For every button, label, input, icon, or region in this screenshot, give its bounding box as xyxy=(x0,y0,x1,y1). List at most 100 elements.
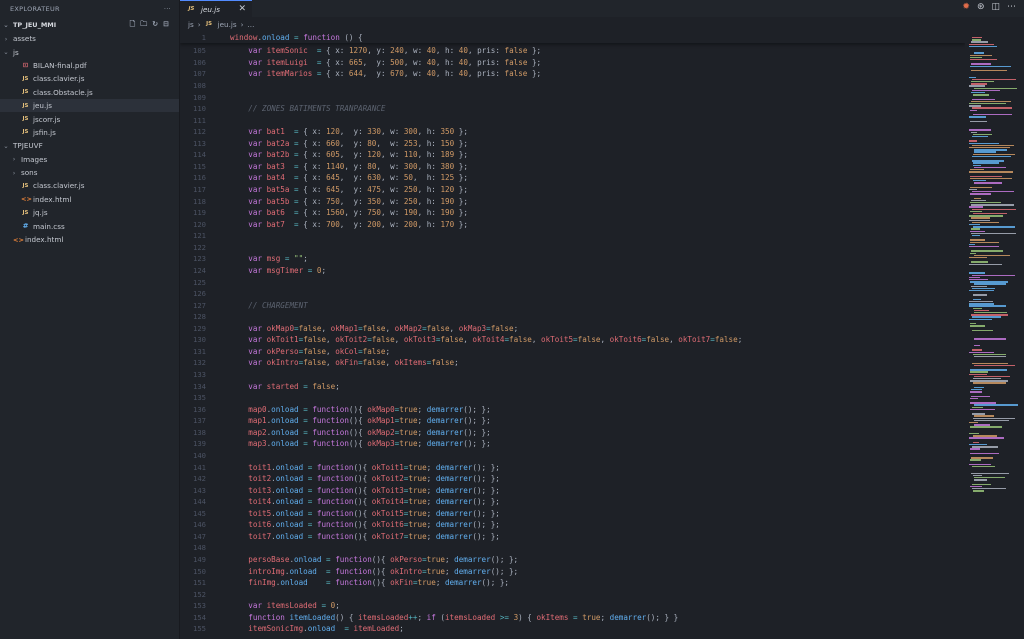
code-line[interactable]: 137 map1.onload = function(){ okMap1=tru… xyxy=(180,415,742,427)
code-line[interactable]: 129 var okMap0=false, okMap1=false, okMa… xyxy=(180,323,742,335)
code-line[interactable]: 152 xyxy=(180,588,742,600)
close-icon[interactable]: ✕ xyxy=(238,4,246,14)
code-line[interactable]: 134 var started = false; xyxy=(180,380,742,392)
minimap-line xyxy=(970,323,976,325)
code-line[interactable]: 143 toit3.onload = function(){ okToit3=t… xyxy=(180,484,742,496)
code-line[interactable]: 123 var msg = ""; xyxy=(180,253,742,265)
tab-jeu-js[interactable]: JS jeu.js ✕ xyxy=(180,0,252,17)
folder-item[interactable]: › sons xyxy=(0,166,179,179)
code-line[interactable]: 146 toit6.onload = function(){ okToit6=t… xyxy=(180,519,742,531)
breadcrumb-separator: › xyxy=(240,19,244,29)
code-line[interactable]: 107 var itemMarios = { x: 644, y: 670, w… xyxy=(180,68,742,80)
folder-item[interactable]: ⌄ TPJEUVF xyxy=(0,139,179,152)
breadcrumb-file[interactable]: jeu.js xyxy=(218,20,237,29)
code-line[interactable]: 153 var itemsLoaded = 0; xyxy=(180,600,742,612)
breadcrumb-folder[interactable]: js xyxy=(188,20,194,29)
code-line[interactable]: 118 var bat5b = { x: 750, y: 350, w: 250… xyxy=(180,195,742,207)
code-line[interactable]: 109 xyxy=(180,91,742,103)
code-line[interactable]: 147 toit7.onload = function(){ okToit7=t… xyxy=(180,531,742,543)
code-editor[interactable]: 1 window.onload = function () { 105 var … xyxy=(180,31,965,639)
code-line[interactable]: 115 var bat3 = { x: 1140, y: 80, w: 300,… xyxy=(180,161,742,173)
code-line[interactable]: 112 var bat1 = { x: 120, y: 330, w: 300,… xyxy=(180,126,742,138)
code-line[interactable]: 116 var bat4 = { x: 645, y: 630, w: 50, … xyxy=(180,172,742,184)
code-line[interactable]: 124 var msgTimer = 0; xyxy=(180,265,742,277)
code-line[interactable]: 125 xyxy=(180,276,742,288)
code-line[interactable]: 126 xyxy=(180,288,742,300)
file-item[interactable]: <> index.html xyxy=(0,193,179,206)
code-line[interactable]: 106 var itemLuigi = { x: 665, y: 500, w:… xyxy=(180,57,742,69)
sticky-code: window.onload = function () { xyxy=(230,32,363,42)
folder-item[interactable]: › assets xyxy=(0,32,179,45)
minimap-line xyxy=(971,314,1008,316)
code-line[interactable]: 150 introImg.onload = function(){ okIntr… xyxy=(180,565,742,577)
file-item[interactable]: <> index.html xyxy=(0,233,179,246)
code-line[interactable]: 149 persoBase.onload = function(){ okPer… xyxy=(180,554,742,566)
code-line[interactable]: 122 xyxy=(180,242,742,254)
code-line[interactable]: 130 var okToit1=false, okToit2=false, ok… xyxy=(180,334,742,346)
tree-item-label: BILAN-final.pdf xyxy=(33,60,87,70)
collapse-all-icon[interactable]: ⊟ xyxy=(163,20,169,31)
copilot-icon[interactable]: ⊛ xyxy=(977,2,985,12)
split-editor-icon[interactable]: ◫ xyxy=(991,2,1000,12)
code-line[interactable]: 139 map3.onload = function(){ okMap3=tru… xyxy=(180,438,742,450)
code-line[interactable]: 128 xyxy=(180,311,742,323)
code-line[interactable]: 110 // ZONES BATIMENTS TRANPARANCE xyxy=(180,103,742,115)
code-line[interactable]: 142 toit2.onload = function(){ okToit2=t… xyxy=(180,473,742,485)
code-line[interactable]: 145 toit5.onload = function(){ okToit5=t… xyxy=(180,508,742,520)
new-file-icon[interactable]: 🗋 xyxy=(130,20,136,31)
tree-item-label: jq.js xyxy=(33,208,48,218)
code-line[interactable]: 113 var bat2a = { x: 660, y: 80, w: 253,… xyxy=(180,138,742,150)
code-line[interactable]: 148 xyxy=(180,542,742,554)
js-file-icon: JS xyxy=(22,89,29,96)
new-folder-icon[interactable]: 🗀 xyxy=(140,20,147,31)
more-actions-icon[interactable]: ⋯ xyxy=(1007,2,1016,12)
file-item[interactable]: JS class.Obstacle.js xyxy=(0,86,179,99)
code-line[interactable]: 155 itemSonicImg.onload = itemLoaded; xyxy=(180,623,742,635)
code-line[interactable]: 133 xyxy=(180,369,742,381)
workspace-folder[interactable]: ⌄ TP_JEU_MMI 🗋 🗀 ↻ ⊟ xyxy=(0,18,179,32)
code-line[interactable]: 144 toit4.onload = function(){ okToit4=t… xyxy=(180,496,742,508)
code-text: var bat5a = { x: 645, y: 475, w: 250, h:… xyxy=(248,185,468,195)
file-item[interactable]: JS jsfin.js xyxy=(0,126,179,139)
file-item[interactable]: ⊡ BILAN-final.pdf xyxy=(0,59,179,72)
file-item[interactable]: JS jscorr.js xyxy=(0,112,179,125)
code-line[interactable]: 135 xyxy=(180,392,742,404)
file-item[interactable]: JS class.clavier.js xyxy=(0,179,179,192)
code-line[interactable]: 114 var bat2b = { x: 605, y: 120, w: 110… xyxy=(180,149,742,161)
flame-icon[interactable]: ✹ xyxy=(962,2,970,12)
refresh-icon[interactable]: ↻ xyxy=(152,20,158,31)
code-line[interactable]: 131 var okPerso=false, okCol=false; xyxy=(180,346,742,358)
code-line[interactable]: 154 function itemLoaded() { itemsLoaded+… xyxy=(180,612,742,624)
folder-item[interactable]: › Images xyxy=(0,153,179,166)
file-item[interactable]: JS jeu.js xyxy=(0,98,179,113)
tree-item-label: class.clavier.js xyxy=(33,74,85,84)
code-line[interactable]: 121 xyxy=(180,230,742,242)
code-line[interactable]: 151 finImg.onload = function(){ okFin=tr… xyxy=(180,577,742,589)
minimap-line xyxy=(969,43,994,45)
sticky-scroll-line[interactable]: 1 window.onload = function () { xyxy=(180,31,965,43)
minimap[interactable] xyxy=(965,31,1024,639)
code-line[interactable]: 105 var itemSonic = { x: 1270, y: 240, w… xyxy=(180,45,742,57)
file-item[interactable]: JS class.clavier.js xyxy=(0,72,179,85)
code-line[interactable]: 119 var bat6 = { x: 1560, y: 750, w: 190… xyxy=(180,207,742,219)
code-line[interactable]: 132 var okIntro=false, okFin=false, okIt… xyxy=(180,357,742,369)
code-line[interactable]: 141 toit1.onload = function(){ okToit1=t… xyxy=(180,461,742,473)
minimap-line xyxy=(972,466,995,468)
folder-item[interactable]: ⌄ js xyxy=(0,45,179,58)
code-line[interactable]: 108 xyxy=(180,80,742,92)
minimap-line xyxy=(973,378,1001,380)
more-actions-icon[interactable]: ··· xyxy=(164,5,171,13)
code-text: var msgTimer = 0; xyxy=(248,265,327,275)
code-line[interactable]: 140 xyxy=(180,450,742,462)
line-number: 118 xyxy=(193,196,206,206)
file-item[interactable]: JS jq.js xyxy=(0,206,179,219)
code-line[interactable]: 111 xyxy=(180,114,742,126)
minimap-line xyxy=(969,105,981,107)
code-line[interactable]: 127 // CHARGEMENT xyxy=(180,299,742,311)
file-item[interactable]: # main.css xyxy=(0,219,179,232)
code-line[interactable]: 138 map2.onload = function(){ okMap2=tru… xyxy=(180,427,742,439)
code-line[interactable]: 136 map0.onload = function(){ okMap0=tru… xyxy=(180,403,742,415)
breadcrumb-symbol[interactable]: ... xyxy=(248,20,255,29)
code-line[interactable]: 120 var bat7 = { x: 700, y: 200, w: 200,… xyxy=(180,218,742,230)
code-line[interactable]: 117 var bat5a = { x: 645, y: 475, w: 250… xyxy=(180,184,742,196)
